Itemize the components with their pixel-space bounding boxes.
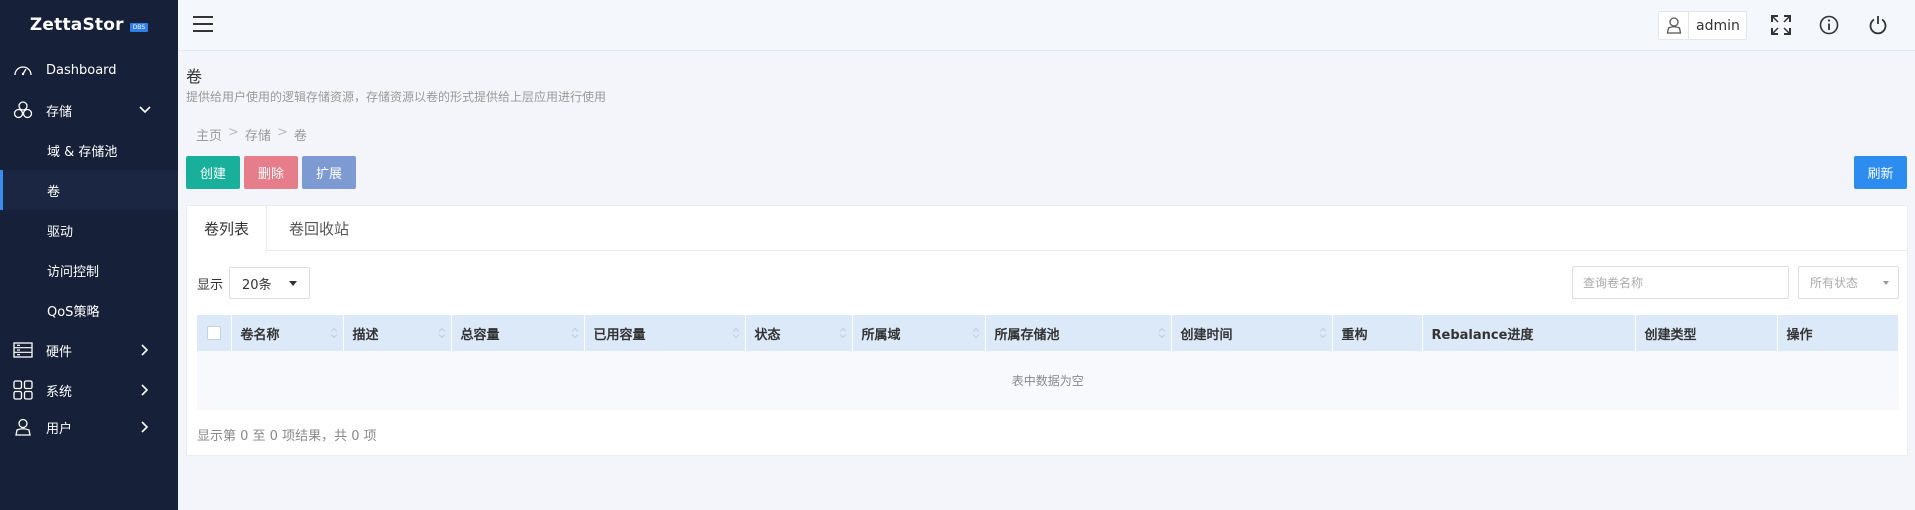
hamburger-menu-icon[interactable] bbox=[192, 14, 214, 36]
breadcrumb-storage[interactable]: 存储 bbox=[245, 125, 271, 144]
chevron-right-icon bbox=[138, 420, 152, 434]
breadcrumb-home[interactable]: 主页 bbox=[196, 125, 222, 144]
column-label: 创建时间 bbox=[1180, 327, 1233, 343]
select-all-header bbox=[197, 315, 232, 351]
sort-icon bbox=[1158, 327, 1165, 339]
column-header-storage-pool[interactable]: 所属存储池 bbox=[985, 315, 1172, 351]
storage-cluster-icon bbox=[12, 99, 34, 121]
status-filter-value: 所有状态 bbox=[1810, 276, 1859, 290]
breadcrumb-separator: > bbox=[276, 125, 288, 140]
fullscreen-icon[interactable] bbox=[1770, 14, 1792, 36]
breadcrumb-separator: > bbox=[228, 125, 239, 140]
sidebar-item-system[interactable]: 系统 bbox=[0, 370, 178, 410]
expand-button[interactable]: 扩展 bbox=[302, 156, 356, 189]
sidebar-item-storage[interactable]: 存储 bbox=[0, 90, 178, 130]
empty-row: 表中数据为空 bbox=[197, 351, 1899, 410]
column-header-name[interactable]: 卷名称 bbox=[231, 315, 344, 351]
empty-table-message: 表中数据为空 bbox=[197, 351, 1899, 410]
page-description: 提供给用户使用的逻辑存储资源，存储资源以卷的形式提供给上层应用进行使用 bbox=[186, 90, 607, 104]
sidebar-item-hardware[interactable]: 硬件 bbox=[0, 330, 178, 370]
sidebar-item-user[interactable]: 用户 bbox=[0, 410, 178, 444]
volume-search-input[interactable] bbox=[1572, 266, 1789, 299]
sidebar-nav: Dashboard 存储 域 & 存储池 卷 驱动 访问控制 QoS策略 硬件 bbox=[0, 50, 178, 444]
sidebar-item-label: Dashboard bbox=[46, 62, 117, 78]
page-title: 卷 bbox=[186, 67, 203, 86]
speedometer-icon bbox=[12, 59, 34, 81]
column-header-rebuild: 重构 bbox=[1332, 315, 1423, 351]
column-header-created-time[interactable]: 创建时间 bbox=[1171, 315, 1333, 351]
column-label: 已用容量 bbox=[593, 327, 646, 343]
sidebar-item-label: 用户 bbox=[46, 421, 73, 437]
brand-logo[interactable]: ZettaStor DBS bbox=[0, 0, 178, 50]
column-label: 所属存储池 bbox=[994, 327, 1060, 343]
sidebar-subitem-driver[interactable]: 驱动 bbox=[0, 210, 178, 250]
brand-badge: DBS bbox=[129, 22, 149, 32]
volume-table: 卷名称 描述 总容量 已用容量 状态 所属域 所属存储池 创建时间 重构 Reb… bbox=[197, 315, 1899, 410]
caret-down-icon bbox=[289, 281, 297, 286]
page-size-select[interactable]: 20条 bbox=[229, 267, 310, 299]
column-label: 卷名称 bbox=[240, 327, 280, 343]
column-header-rebalance-progress: Rebalance进度 bbox=[1422, 315, 1636, 351]
sort-icon bbox=[438, 327, 445, 339]
select-all-checkbox[interactable] bbox=[207, 326, 221, 340]
sidebar-subitem-qos[interactable]: QoS策略 bbox=[0, 290, 178, 330]
column-header-total-capacity[interactable]: 总容量 bbox=[451, 315, 585, 351]
column-header-actions: 操作 bbox=[1777, 315, 1899, 351]
sidebar-subitem-domain-pool[interactable]: 域 & 存储池 bbox=[0, 130, 178, 170]
caret-down-icon bbox=[1883, 281, 1889, 285]
tab-volume-recycle-bin[interactable]: 卷回收站 bbox=[267, 206, 371, 251]
sort-icon bbox=[1319, 327, 1326, 339]
top-bar: admin bbox=[178, 0, 1915, 51]
user-menu[interactable]: admin bbox=[1658, 11, 1747, 40]
column-header-description[interactable]: 描述 bbox=[343, 315, 452, 351]
sidebar-subitem-volume[interactable]: 卷 bbox=[0, 170, 178, 210]
sidebar-subitem-access-control[interactable]: 访问控制 bbox=[0, 250, 178, 290]
sort-icon bbox=[330, 327, 337, 339]
sidebar-item-dashboard[interactable]: Dashboard bbox=[0, 50, 178, 90]
refresh-button[interactable]: 刷新 bbox=[1854, 156, 1907, 189]
chevron-right-icon bbox=[138, 383, 152, 397]
sort-icon bbox=[571, 327, 578, 339]
volume-panel: 卷列表 卷回收站 显示 20条 所有状态 卷名称 描述 bbox=[186, 205, 1908, 456]
grid-system-icon bbox=[12, 379, 34, 401]
delete-button[interactable]: 删除 bbox=[244, 156, 298, 189]
sort-icon bbox=[972, 327, 979, 339]
column-header-used-capacity[interactable]: 已用容量 bbox=[584, 315, 746, 351]
column-label: 总容量 bbox=[460, 327, 500, 343]
chevron-right-icon bbox=[138, 343, 152, 357]
sort-icon bbox=[732, 327, 739, 339]
breadcrumb-volume: 卷 bbox=[293, 129, 307, 144]
info-icon[interactable] bbox=[1818, 14, 1840, 36]
brand-name: ZettaStor bbox=[29, 15, 124, 35]
power-icon[interactable] bbox=[1867, 14, 1889, 36]
breadcrumb: 主页 > 存储 > 卷 bbox=[196, 125, 307, 144]
hardware-icon bbox=[12, 339, 34, 361]
column-label: 所属域 bbox=[861, 327, 901, 343]
column-label: 描述 bbox=[352, 327, 379, 343]
column-header-domain[interactable]: 所属域 bbox=[852, 315, 986, 351]
status-filter-select[interactable]: 所有状态 bbox=[1798, 266, 1899, 299]
chevron-down-icon bbox=[138, 103, 152, 117]
column-label: 状态 bbox=[754, 327, 781, 343]
sidebar-item-label: 存储 bbox=[46, 104, 73, 120]
sidebar: ZettaStor DBS Dashboard 存储 域 & 存储池 卷 驱动 … bbox=[0, 0, 178, 510]
sidebar-item-label: 硬件 bbox=[46, 344, 73, 360]
table-pagination-info: 显示第 0 至 0 项结果，共 0 项 bbox=[197, 429, 377, 444]
sidebar-item-label: 系统 bbox=[46, 384, 73, 400]
column-header-create-type: 创建类型 bbox=[1635, 315, 1778, 351]
create-button[interactable]: 创建 bbox=[186, 156, 240, 189]
tab-volume-list[interactable]: 卷列表 bbox=[187, 206, 267, 252]
page-size-value: 20条 bbox=[242, 277, 272, 293]
table-header-row: 卷名称 描述 总容量 已用容量 状态 所属域 所属存储池 创建时间 重构 Reb… bbox=[197, 315, 1899, 351]
tab-bar: 卷列表 卷回收站 bbox=[187, 206, 1907, 252]
column-header-status[interactable]: 状态 bbox=[745, 315, 853, 351]
user-icon bbox=[12, 416, 34, 438]
sort-icon bbox=[839, 327, 846, 339]
show-label: 显示 bbox=[197, 278, 224, 293]
user-icon bbox=[1659, 12, 1689, 39]
username: admin bbox=[1696, 17, 1740, 34]
